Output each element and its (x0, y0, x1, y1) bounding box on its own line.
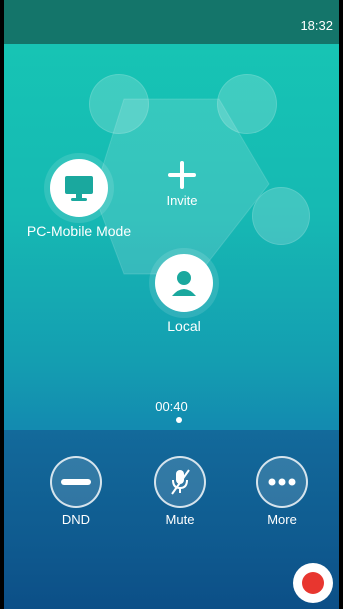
record-icon (302, 572, 324, 594)
minus-icon (50, 456, 102, 508)
control-bar: DND Mute More (4, 430, 339, 609)
conference-area: Invite PC-Mobile Mode Local (4, 44, 339, 404)
dnd-button[interactable]: DND (41, 456, 111, 527)
call-screen: 18:32 Invite PC-Mobile Mode Local 00:40 … (0, 0, 343, 609)
member-label: Local (167, 318, 201, 334)
monitor-icon (50, 159, 108, 217)
empty-slot-right[interactable] (252, 187, 310, 245)
mute-label: Mute (165, 512, 195, 527)
status-time: 18:32 (300, 18, 333, 33)
member-label: PC-Mobile Mode (26, 223, 132, 239)
mic-muted-icon (154, 456, 206, 508)
empty-slot-top-left[interactable] (89, 74, 149, 134)
member-local[interactable]: Local (149, 254, 219, 334)
more-button[interactable]: More (247, 456, 317, 527)
call-timer: 00:40 (155, 399, 188, 414)
member-pc-mobile[interactable]: PC-Mobile Mode (24, 159, 134, 239)
plus-icon (168, 161, 196, 189)
dnd-label: DND (61, 512, 91, 527)
more-label: More (267, 512, 297, 527)
status-bar: 18:32 (4, 0, 339, 44)
record-button[interactable] (293, 563, 333, 603)
ellipsis-icon (256, 456, 308, 508)
page-indicator (176, 417, 182, 423)
empty-slot-top-right[interactable] (217, 74, 277, 134)
invite-label: Invite (166, 193, 198, 208)
person-icon (155, 254, 213, 312)
invite-button[interactable]: Invite (149, 159, 215, 229)
mute-button[interactable]: Mute (145, 456, 215, 527)
